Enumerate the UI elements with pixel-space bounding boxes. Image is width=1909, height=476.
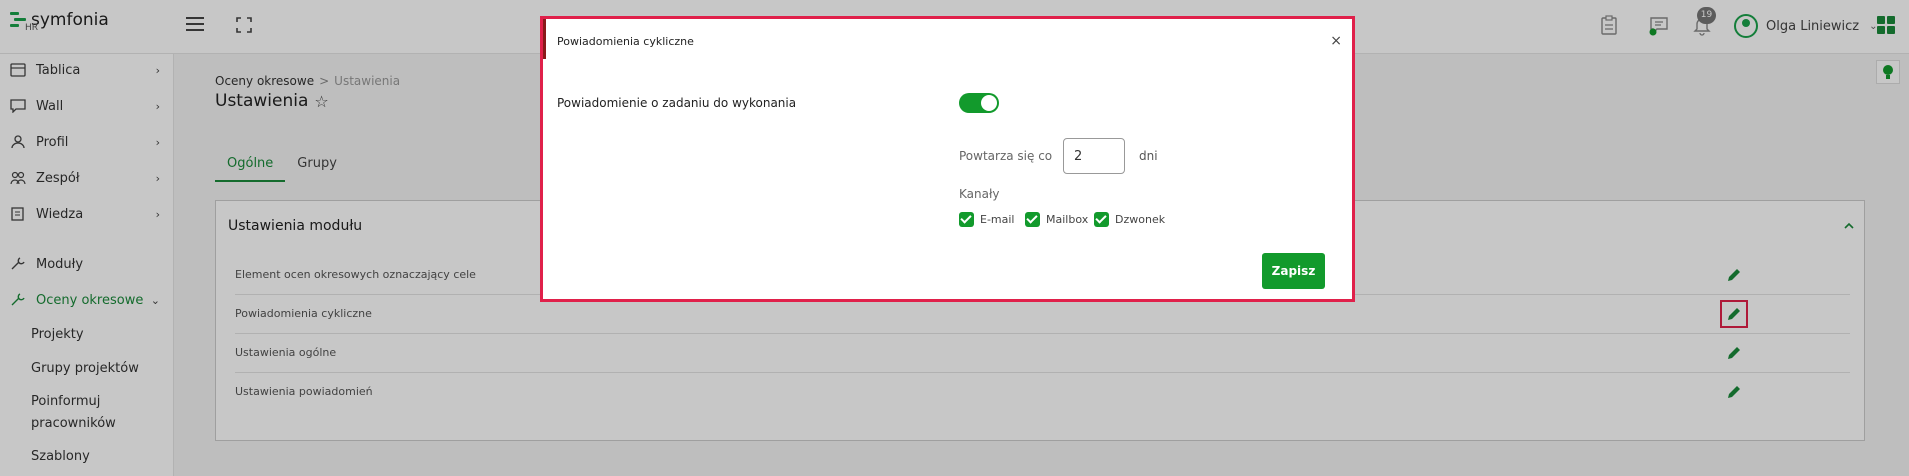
modal-accent-bar [543,19,546,59]
channel-label: E-mail [980,213,1015,226]
repeat-unit: dni [1139,149,1158,163]
channels-label: Kanały [959,187,1000,201]
channel-dzwonek-checkbox[interactable]: Dzwonek [1094,212,1165,227]
task-notification-label: Powiadomienie o zadaniu do wykonania [557,96,797,110]
cyclic-notifications-dialog: Powiadomienia cykliczne × Powiadomienie … [540,16,1355,302]
channel-label: Mailbox [1046,213,1089,226]
channel-label: Dzwonek [1115,213,1166,226]
checkbox-checked-icon [959,212,974,227]
checkbox-checked-icon [1094,212,1109,227]
task-notification-toggle[interactable] [959,93,999,113]
channel-mailbox-checkbox[interactable]: Mailbox [1025,212,1088,227]
checkbox-checked-icon [1025,212,1040,227]
channel-email-checkbox[interactable]: E-mail [959,212,1015,227]
repeat-days-input[interactable] [1063,138,1125,174]
modal-title: Powiadomienia cykliczne [557,35,694,48]
close-icon[interactable]: × [1330,33,1342,49]
repeat-label: Powtarza się co [959,149,1053,163]
save-button[interactable]: Zapisz [1262,253,1325,289]
